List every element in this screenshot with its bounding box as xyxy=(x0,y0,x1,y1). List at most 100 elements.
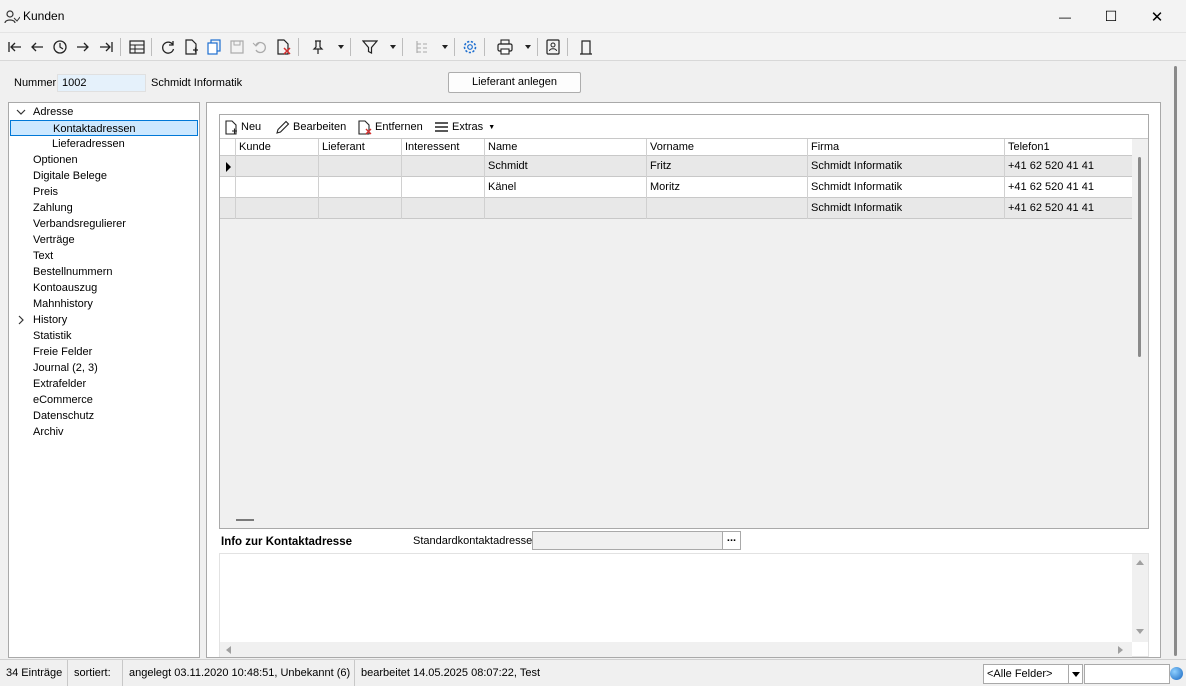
extras-button[interactable]: Extras ▼ xyxy=(434,119,495,135)
cell-name[interactable]: Schmidt xyxy=(485,156,647,177)
table-row[interactable]: Schmidt Informatik +41 62 520 41 41 xyxy=(220,198,1132,219)
cell-name[interactable]: Känel xyxy=(485,177,647,198)
cell-interessent[interactable] xyxy=(402,156,485,177)
tree-dropdown-arrow[interactable] xyxy=(442,45,448,49)
nav-item-adresse[interactable]: Adresse xyxy=(33,104,73,120)
nav-item-statistik[interactable]: Statistik xyxy=(33,328,72,344)
new-document-button[interactable] xyxy=(181,38,201,56)
nav-item-optionen[interactable]: Optionen xyxy=(33,152,78,168)
cell-kunde[interactable] xyxy=(236,156,319,177)
pin-button[interactable] xyxy=(308,38,328,56)
nav-item-history[interactable]: History xyxy=(33,312,67,328)
column-header-vorname[interactable]: Vorname xyxy=(647,139,808,156)
nav-item-kontoauszug[interactable]: Kontoauszug xyxy=(33,280,97,296)
history-button[interactable] xyxy=(50,38,70,56)
pin-dropdown-arrow[interactable] xyxy=(338,45,344,49)
maximize-button[interactable]: ☐ xyxy=(1088,0,1134,33)
grid-horizontal-scroll-thumb[interactable] xyxy=(236,519,254,521)
cell-telefon1[interactable]: +41 62 520 41 41 xyxy=(1005,198,1132,219)
cell-telefon1[interactable]: +41 62 520 41 41 xyxy=(1005,177,1132,198)
cell-vorname[interactable] xyxy=(647,198,808,219)
neu-button[interactable]: Neu xyxy=(224,119,261,135)
filter-dropdown-arrow[interactable] xyxy=(390,45,396,49)
nav-item-kontaktadressen[interactable]: Kontaktadressen xyxy=(10,120,198,136)
previous-record-button[interactable] xyxy=(27,38,47,56)
nav-item-vertraege[interactable]: Verträge xyxy=(33,232,75,248)
scroll-right-icon[interactable] xyxy=(1118,646,1124,654)
table-view-button[interactable] xyxy=(127,38,147,56)
tree-view-button[interactable] xyxy=(412,38,432,56)
nav-item-bestellnummern[interactable]: Bestellnummern xyxy=(33,264,112,280)
standardkontaktadresse-field[interactable] xyxy=(532,531,741,550)
nav-item-ecommerce[interactable]: eCommerce xyxy=(33,392,93,408)
nav-item-lieferadressen[interactable]: Lieferadressen xyxy=(52,136,125,152)
nav-item-extrafelder[interactable]: Extrafelder xyxy=(33,376,86,392)
column-header-interessent[interactable]: Interessent xyxy=(402,139,485,156)
nav-item-text[interactable]: Text xyxy=(33,248,53,264)
grid-vertical-scrollbar[interactable] xyxy=(1132,139,1148,512)
bearbeiten-button[interactable]: Bearbeiten xyxy=(275,119,346,135)
nav-item-archiv[interactable]: Archiv xyxy=(33,424,64,440)
cell-name[interactable] xyxy=(485,198,647,219)
cell-kunde[interactable] xyxy=(236,177,319,198)
scroll-up-icon[interactable] xyxy=(1136,559,1144,565)
nav-item-preis[interactable]: Preis xyxy=(33,184,58,200)
window-vertical-scroll-thumb[interactable] xyxy=(1174,66,1177,656)
cell-lieferant[interactable] xyxy=(319,177,402,198)
column-header-name[interactable]: Name xyxy=(485,139,647,156)
cell-firma[interactable]: Schmidt Informatik xyxy=(808,198,1005,219)
column-header-telefon1[interactable]: Telefon1 xyxy=(1005,139,1132,156)
nav-item-datenschutz[interactable]: Datenschutz xyxy=(33,408,94,424)
nav-item-verbandsregulierer[interactable]: Verbandsregulierer xyxy=(33,216,126,232)
entfernen-button[interactable]: Entfernen xyxy=(357,119,423,135)
nav-item-digitale-belege[interactable]: Digitale Belege xyxy=(33,168,107,184)
settings-button[interactable] xyxy=(460,38,480,56)
grid-horizontal-scrollbar[interactable] xyxy=(220,512,1148,528)
chevron-down-icon[interactable] xyxy=(16,107,26,117)
last-record-button[interactable] xyxy=(96,38,116,56)
next-record-button[interactable] xyxy=(73,38,93,56)
copy-button[interactable] xyxy=(204,38,224,56)
cell-vorname[interactable]: Moritz xyxy=(647,177,808,198)
refresh-button[interactable] xyxy=(158,38,178,56)
nav-item-zahlung[interactable]: Zahlung xyxy=(33,200,73,216)
cell-vorname[interactable]: Fritz xyxy=(647,156,808,177)
save-button[interactable] xyxy=(227,38,247,56)
cell-firma[interactable]: Schmidt Informatik xyxy=(808,156,1005,177)
close-button[interactable]: ✕ xyxy=(1134,0,1180,33)
nav-item-journal[interactable]: Journal (2, 3) xyxy=(33,360,98,376)
field-select-dropdown[interactable] xyxy=(1068,665,1082,683)
filter-button[interactable] xyxy=(360,38,380,56)
nummer-input[interactable]: 1002 xyxy=(57,74,146,92)
memo-horizontal-scrollbar[interactable] xyxy=(220,642,1132,657)
cell-interessent[interactable] xyxy=(402,198,485,219)
info-memo-area[interactable] xyxy=(219,553,1149,657)
exit-button[interactable] xyxy=(576,38,596,56)
minimize-button[interactable]: — xyxy=(1042,0,1088,33)
scroll-left-icon[interactable] xyxy=(225,646,231,654)
table-row[interactable]: Schmidt Fritz Schmidt Informatik +41 62 … xyxy=(220,156,1132,177)
print-dropdown-arrow[interactable] xyxy=(525,45,531,49)
grid-vertical-scroll-thumb[interactable] xyxy=(1138,157,1141,357)
status-search-input[interactable] xyxy=(1084,664,1170,684)
nav-item-mahnhistory[interactable]: Mahnhistory xyxy=(33,296,93,312)
lieferant-anlegen-button[interactable]: Lieferant anlegen xyxy=(448,72,581,93)
browse-button[interactable]: ... xyxy=(722,532,740,549)
cell-lieferant[interactable] xyxy=(319,156,402,177)
contact-card-button[interactable] xyxy=(543,38,563,56)
column-header-lieferant[interactable]: Lieferant xyxy=(319,139,402,156)
delete-button[interactable] xyxy=(273,38,293,56)
cell-kunde[interactable] xyxy=(236,198,319,219)
cell-firma[interactable]: Schmidt Informatik xyxy=(808,177,1005,198)
scroll-down-icon[interactable] xyxy=(1136,629,1144,635)
column-header-kunde[interactable]: Kunde xyxy=(236,139,319,156)
column-header-firma[interactable]: Firma xyxy=(808,139,1005,156)
globe-icon[interactable] xyxy=(1170,667,1183,680)
undo-button[interactable] xyxy=(250,38,270,56)
memo-vertical-scrollbar[interactable] xyxy=(1132,554,1148,642)
cell-lieferant[interactable] xyxy=(319,198,402,219)
chevron-right-icon[interactable] xyxy=(16,315,26,325)
first-record-button[interactable] xyxy=(5,38,25,56)
window-vertical-scrollbar[interactable] xyxy=(1167,62,1184,658)
nav-item-freie-felder[interactable]: Freie Felder xyxy=(33,344,92,360)
